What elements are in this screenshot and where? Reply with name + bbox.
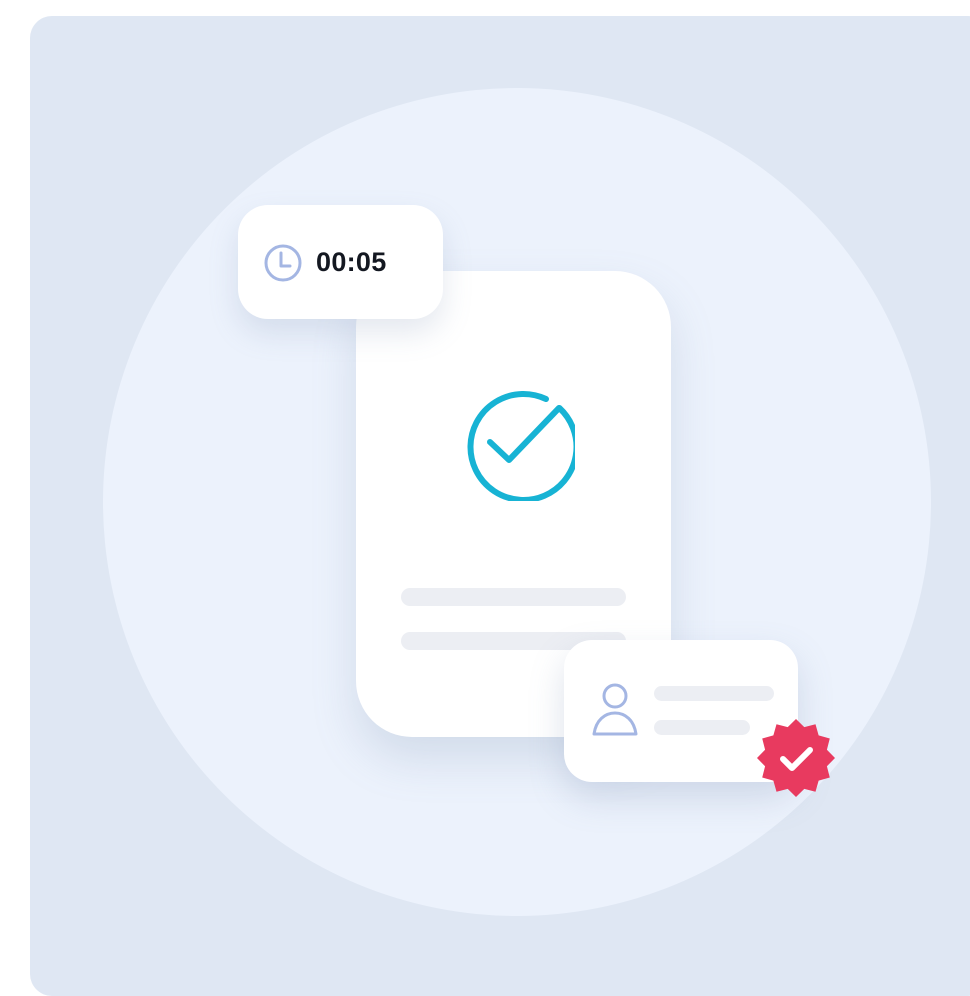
placeholder-line [654, 720, 750, 735]
timer-chip: 00:05 [238, 205, 443, 319]
placeholder-line [654, 686, 774, 701]
user-icon [592, 683, 638, 736]
illustration-stage: 00:05 [30, 16, 970, 996]
verified-badge-icon [757, 719, 835, 797]
placeholder-line [401, 588, 626, 606]
checkmark-circle-icon [467, 390, 575, 501]
timer-value: 00:05 [316, 247, 387, 277]
clock-icon [264, 244, 302, 282]
